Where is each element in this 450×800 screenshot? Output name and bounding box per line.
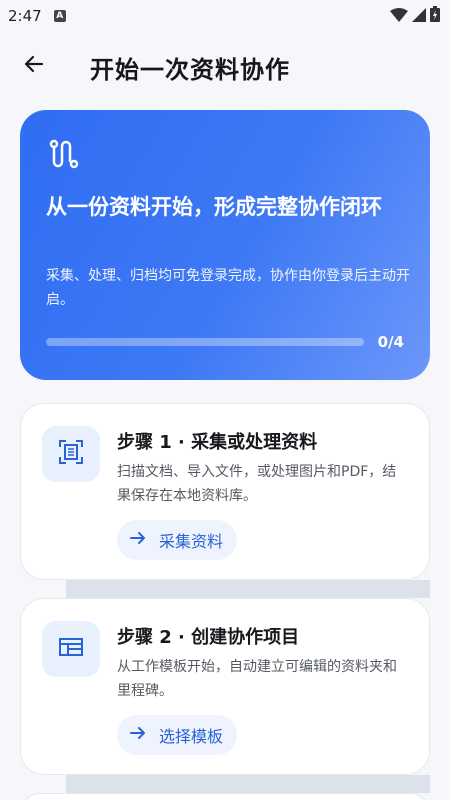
app-bar: 开始一次资料协作 [0, 32, 450, 100]
arrow-left-icon [22, 52, 46, 80]
document-scan-icon [58, 439, 84, 469]
status-bar: 2:47 A [0, 0, 450, 32]
progress-label: 0/4 [377, 333, 404, 351]
collect-materials-button[interactable]: 采集资料 [117, 520, 238, 560]
step-card-3 [20, 793, 430, 800]
wifi-icon [390, 7, 408, 26]
hero-card: 从一份资料开始，形成完整协作闭环 采集、处理、归档均可免登录完成，协作由你登录后… [20, 110, 430, 380]
progress-bar [46, 338, 364, 346]
hero-heading: 从一份资料开始，形成完整协作闭环 [46, 195, 382, 219]
step-icon-box [42, 426, 100, 482]
status-icons [390, 6, 440, 26]
battery-icon [430, 6, 440, 26]
arrow-right-icon [129, 529, 147, 551]
status-time: 2:47 [8, 7, 42, 25]
signal-icon [412, 7, 426, 26]
step-description: 扫描文档、导入文件，或处理图片和PDF，结果保存在本地资料库。 [117, 464, 397, 504]
card-divider [66, 580, 430, 598]
step-card-1: 步骤 1 · 采集或处理资料 扫描文档、导入文件，或处理图片和PDF，结果保存在… [20, 403, 430, 580]
choose-template-button[interactable]: 选择模板 [117, 715, 238, 755]
hero-description: 采集、处理、归档均可免登录完成，协作由你登录后主动开启。 [46, 268, 410, 308]
step-card-2: 步骤 2 · 创建协作项目 从工作模板开始，自动建立可编辑的资料夹和里程碑。 选… [20, 598, 430, 775]
arrow-right-icon [129, 724, 147, 746]
card-divider [66, 775, 430, 793]
step-title: 步骤 2 · 创建协作项目 [117, 627, 300, 648]
template-layout-icon [58, 635, 84, 663]
step-description: 从工作模板开始，自动建立可编辑的资料夹和里程碑。 [117, 659, 397, 699]
back-button[interactable] [14, 48, 54, 84]
action-label: 选择模板 [159, 727, 224, 746]
action-label: 采集资料 [159, 532, 224, 551]
step-title: 步骤 1 · 采集或处理资料 [117, 432, 318, 453]
step-icon-box [42, 621, 100, 677]
page-title: 开始一次资料协作 [90, 56, 290, 84]
a-icon: A [53, 10, 66, 22]
route-icon [48, 138, 80, 174]
